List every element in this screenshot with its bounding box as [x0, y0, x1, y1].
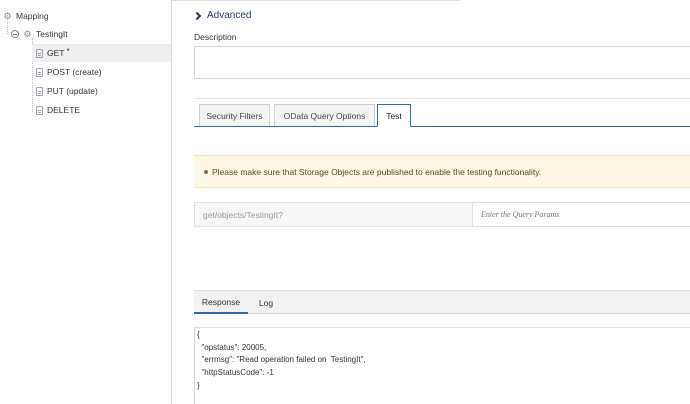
- tab-label: Security Filters: [206, 110, 263, 121]
- top-divider: [172, 0, 460, 1]
- tab-test[interactable]: Test: [377, 104, 411, 127]
- tab-label: Log: [258, 297, 274, 308]
- collapse-icon[interactable]: [11, 30, 19, 38]
- tree-label-delete: DELETE: [47, 105, 81, 115]
- tree-label-mapping: Mapping: [16, 11, 49, 21]
- test-request-row: get/objects/TestingIt?: [194, 202, 690, 227]
- sidebar: ⚙ Mapping ⚙ TestingIt GET * POST (create…: [0, 0, 172, 404]
- document-icon: [36, 67, 43, 77]
- response-tab-bar: Response Log: [194, 290, 690, 314]
- tree-connector: [7, 18, 8, 34]
- document-icon: [36, 86, 43, 96]
- tab-label: Test: [386, 110, 402, 121]
- tree-label-testingit: TestingIt: [36, 29, 68, 39]
- tree-item-get[interactable]: GET *: [32, 44, 171, 62]
- notice-text: Please make sure that Storage Objects ar…: [212, 166, 542, 177]
- tree-label-post: POST (create): [47, 67, 102, 77]
- tree-item-delete[interactable]: DELETE: [36, 101, 80, 119]
- gear-icon: ⚙: [23, 28, 32, 39]
- endpoint-path: get/objects/TestingIt?: [203, 210, 283, 220]
- query-params-input[interactable]: [472, 202, 690, 227]
- tab-log[interactable]: Log: [250, 291, 282, 314]
- document-icon: [36, 48, 43, 58]
- response-line: }: [197, 380, 200, 390]
- tab-odata-query-options[interactable]: OData Query Options: [274, 104, 375, 126]
- tree-item-post[interactable]: POST (create): [36, 63, 102, 81]
- tab-label: Response: [201, 296, 241, 307]
- publish-notice: Please make sure that Storage Objects ar…: [194, 155, 690, 188]
- response-line: "opstatus": 20005,: [197, 342, 267, 352]
- response-line: "httpStatusCode": -1: [197, 368, 274, 378]
- chevron-right-icon: [192, 11, 202, 20]
- description-field[interactable]: [194, 46, 690, 79]
- tree-item-testingit[interactable]: ⚙ TestingIt: [11, 25, 68, 43]
- description-label: Description: [194, 32, 237, 42]
- document-icon: [36, 105, 43, 115]
- tab-bar: Security Filters OData Query Options Tes…: [194, 104, 690, 127]
- response-line: "errmsg": "Read operation failed on Test…: [197, 355, 366, 365]
- tree-item-mapping[interactable]: ⚙ Mapping: [3, 7, 49, 25]
- response-output: { "opstatus": 20005, "errmsg": "Read ope…: [194, 327, 690, 404]
- section-title: Advanced: [207, 10, 252, 21]
- tab-security-filters[interactable]: Security Filters: [199, 104, 270, 126]
- tree-item-put[interactable]: PUT (update): [36, 82, 98, 100]
- modified-marker: *: [66, 46, 70, 56]
- tab-label: OData Query Options: [283, 110, 366, 121]
- tree-label-put: PUT (update): [47, 86, 98, 96]
- bullet-icon: [204, 169, 208, 174]
- tab-response[interactable]: Response: [194, 291, 248, 314]
- advanced-section-toggle[interactable]: Advanced: [192, 10, 252, 21]
- divider: [194, 98, 690, 99]
- tree-label-get: GET: [47, 48, 65, 58]
- response-line: {: [197, 330, 200, 339]
